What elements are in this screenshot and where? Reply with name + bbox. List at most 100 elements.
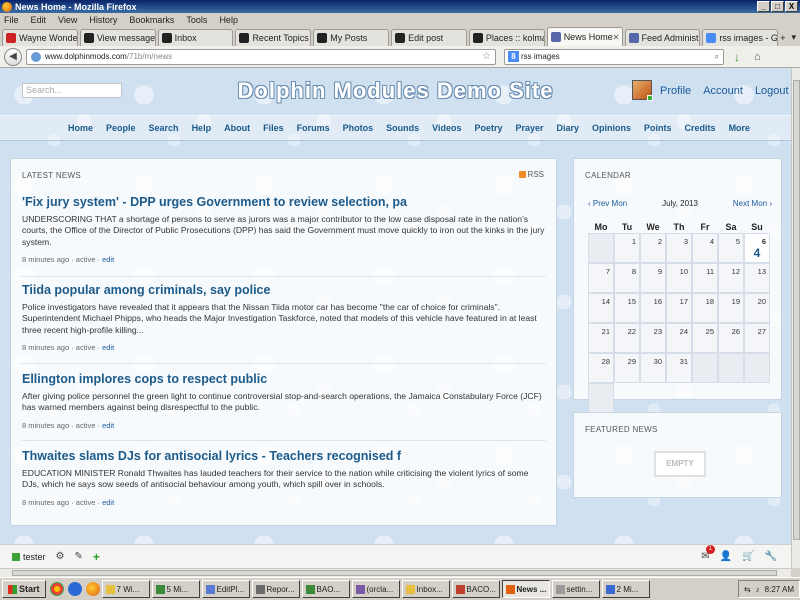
calendar-day-cell[interactable]: 27: [744, 323, 770, 353]
gear-icon[interactable]: ⚙: [56, 551, 65, 562]
back-button[interactable]: ◀: [4, 47, 22, 66]
menu-view[interactable]: View: [58, 15, 77, 25]
edit-icon[interactable]: ✎: [74, 551, 82, 562]
network-icon[interactable]: ⇆: [744, 585, 751, 594]
search-bar[interactable]: 8 rss images ⌕: [504, 48, 724, 65]
menu-history[interactable]: History: [89, 15, 117, 25]
menu-help[interactable]: Help: [219, 15, 238, 25]
firefox-quicklaunch-icon[interactable]: [85, 582, 100, 596]
calendar-day-cell[interactable]: 31: [666, 353, 692, 383]
calendar-day-cell[interactable]: 26: [718, 323, 744, 353]
tab-5[interactable]: Edit post: [391, 29, 467, 46]
tab-2[interactable]: Inbox: [157, 29, 234, 46]
rss-link[interactable]: RSS: [518, 170, 544, 179]
calendar-day-cell[interactable]: 15: [614, 293, 640, 323]
tab-8[interactable]: Feed Administr...: [624, 29, 701, 46]
download-icon[interactable]: ↓: [734, 50, 740, 64]
tab-1[interactable]: View message: [79, 29, 156, 46]
calendar-day-cell[interactable]: 12: [718, 263, 744, 293]
calendar-day-cell[interactable]: 3: [666, 233, 692, 263]
taskbar-button[interactable]: (orcla...: [351, 580, 400, 598]
search-icon[interactable]: ⌕: [715, 52, 719, 62]
nav-poetry[interactable]: Poetry: [474, 123, 502, 133]
taskbar-button[interactable]: 2 Mi...: [601, 580, 650, 598]
scrollbar-thumb[interactable]: [12, 570, 777, 576]
taskbar-button[interactable]: Repor...: [251, 580, 300, 598]
tab-3[interactable]: Recent Topics :...: [235, 29, 312, 46]
nav-diary[interactable]: Diary: [557, 123, 580, 133]
next-month-link[interactable]: Next Mon ›: [733, 199, 772, 208]
article-headline[interactable]: 'Fix jury system' - DPP urges Government…: [22, 195, 546, 209]
calendar-day-cell[interactable]: 8: [614, 263, 640, 293]
close-tab-icon[interactable]: ✕: [613, 33, 620, 42]
calendar-day-cell[interactable]: 11: [692, 263, 718, 293]
prev-month-link[interactable]: ‹ Prev Mon: [588, 199, 627, 208]
article-headline[interactable]: Ellington implores cops to respect publi…: [22, 372, 546, 386]
calendar-day-cell[interactable]: 24: [666, 323, 692, 353]
nav-photos[interactable]: Photos: [343, 123, 374, 133]
taskbar-button[interactable]: News ...: [501, 580, 550, 598]
edit-link[interactable]: edit: [102, 498, 114, 507]
tab-9[interactable]: rss images - Go...: [702, 29, 779, 46]
mail-icon[interactable]: ✉ 1: [701, 545, 715, 562]
nav-videos[interactable]: Videos: [432, 123, 461, 133]
account-link[interactable]: Account: [703, 85, 743, 97]
cart-icon[interactable]: 🛒: [742, 551, 754, 562]
nav-search[interactable]: Search: [149, 123, 179, 133]
taskbar-button[interactable]: 7 Wi...: [101, 580, 150, 598]
vertical-scrollbar[interactable]: [791, 68, 800, 568]
taskbar-button[interactable]: EditPl...: [201, 580, 250, 598]
calendar-day-cell[interactable]: 17: [666, 293, 692, 323]
calendar-day-cell[interactable]: 16: [640, 293, 666, 323]
menu-file[interactable]: File: [4, 15, 19, 25]
speaker-icon[interactable]: ♪: [756, 585, 760, 594]
nav-credits[interactable]: Credits: [685, 123, 716, 133]
calendar-day-cell[interactable]: 23: [640, 323, 666, 353]
add-icon[interactable]: +: [93, 550, 100, 564]
taskbar-button[interactable]: settin...: [551, 580, 600, 598]
calendar-day-cell[interactable]: 4: [692, 233, 718, 263]
calendar-day-cell[interactable]: 10: [666, 263, 692, 293]
calendar-day-cell[interactable]: 13: [744, 263, 770, 293]
logout-link[interactable]: Logout: [755, 85, 789, 97]
calendar-day-cell[interactable]: 18: [692, 293, 718, 323]
taskbar-button[interactable]: Inbox...: [401, 580, 450, 598]
toolbar-username[interactable]: tester: [23, 552, 46, 562]
list-tabs-icon[interactable]: ▾: [791, 32, 796, 43]
nav-sounds[interactable]: Sounds: [386, 123, 419, 133]
nav-people[interactable]: People: [106, 123, 136, 133]
new-tab-icon[interactable]: +: [780, 33, 785, 43]
calendar-day-cell[interactable]: 28: [588, 353, 614, 383]
calendar-today-cell[interactable]: 64: [744, 233, 770, 263]
tab-7-active[interactable]: News Home ✕: [546, 27, 623, 46]
horizontal-scrollbar[interactable]: [0, 568, 791, 577]
edit-link[interactable]: edit: [102, 421, 114, 430]
calendar-day-cell[interactable]: 22: [614, 323, 640, 353]
calendar-day-cell[interactable]: 5: [718, 233, 744, 263]
calendar-day-cell[interactable]: 19: [718, 293, 744, 323]
people-icon[interactable]: 👤: [720, 551, 732, 562]
wrench-icon[interactable]: 🔧: [765, 551, 777, 562]
menu-bookmarks[interactable]: Bookmarks: [129, 15, 174, 25]
calendar-day-cell[interactable]: 25: [692, 323, 718, 353]
calendar-day-cell[interactable]: 20: [744, 293, 770, 323]
article-headline[interactable]: Thwaites slams DJs for antisocial lyrics…: [22, 449, 546, 463]
maximize-button[interactable]: □: [771, 1, 784, 12]
nav-help[interactable]: Help: [192, 123, 212, 133]
menu-edit[interactable]: Edit: [31, 15, 47, 25]
taskbar-button[interactable]: 5 Mi...: [151, 580, 200, 598]
ie-icon[interactable]: [67, 582, 82, 596]
url-bar[interactable]: www.dolphinmods.com /71b/m/news ☆: [26, 48, 496, 65]
nav-forums[interactable]: Forums: [297, 123, 330, 133]
day-event-count[interactable]: 4: [745, 246, 769, 260]
nav-points[interactable]: Points: [644, 123, 672, 133]
edit-link[interactable]: edit: [102, 255, 114, 264]
tab-6[interactable]: Places :: kolma...: [468, 29, 545, 46]
article-headline[interactable]: Tiida popular among criminals, say polic…: [22, 283, 546, 297]
tab-4[interactable]: My Posts: [313, 29, 390, 46]
google-search-icon[interactable]: 8: [508, 51, 519, 62]
home-icon[interactable]: ⌂: [754, 51, 761, 63]
minimize-button[interactable]: _: [757, 1, 770, 12]
nav-opinions[interactable]: Opinions: [592, 123, 631, 133]
calendar-day-cell[interactable]: 9: [640, 263, 666, 293]
